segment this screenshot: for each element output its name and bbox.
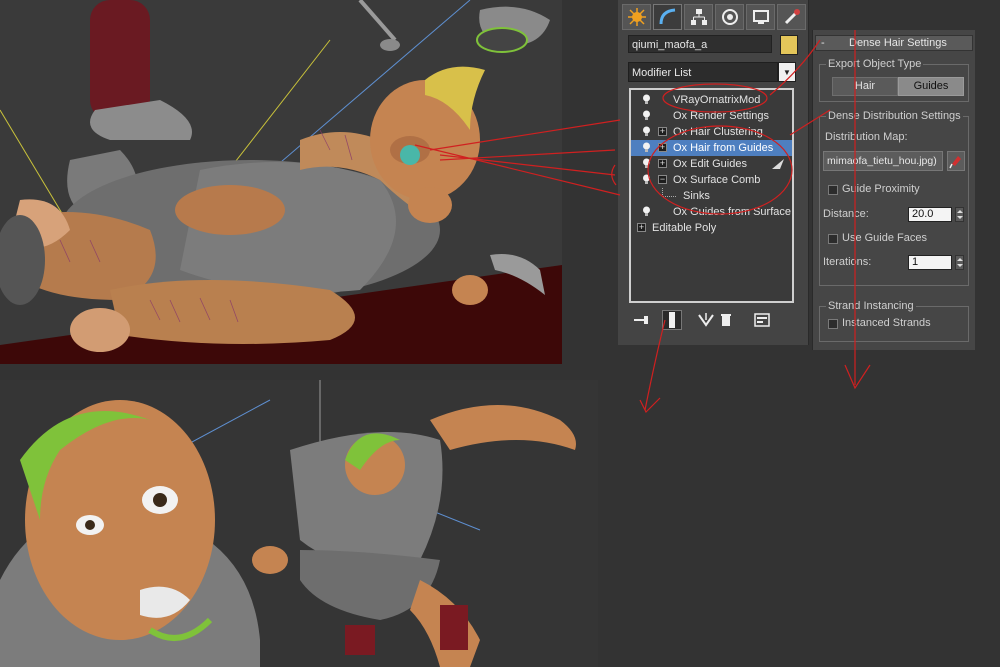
utilities-tab[interactable] bbox=[777, 4, 806, 30]
stack-item-label: VRayOrnatrixMod bbox=[673, 94, 761, 106]
instanced-strands-label: Instanced Strands bbox=[842, 317, 931, 329]
lightbulb-icon[interactable] bbox=[642, 142, 651, 153]
annotation-bracket bbox=[611, 164, 617, 186]
stack-item-sinks[interactable]: Sinks bbox=[631, 188, 792, 204]
tree-line bbox=[662, 196, 676, 197]
create-icon bbox=[627, 8, 646, 26]
lightbulb-icon[interactable] bbox=[642, 94, 651, 105]
collapse-symbol: - bbox=[821, 37, 825, 49]
distribution-map-label: Distribution Map: bbox=[825, 131, 908, 143]
export-object-type-group: Export Object Type Hair Guides bbox=[819, 57, 969, 102]
object-color-swatch[interactable] bbox=[780, 35, 798, 55]
collapse-icon[interactable]: − bbox=[658, 175, 667, 184]
guides-button[interactable]: Guides bbox=[898, 77, 964, 96]
character-render-top bbox=[0, 0, 562, 364]
object-name-row: qiumi_maofa_a bbox=[628, 35, 798, 55]
pin-stack-button[interactable] bbox=[632, 310, 652, 330]
distance-field[interactable]: 20.0 bbox=[908, 207, 952, 222]
expand-icon[interactable]: + bbox=[637, 223, 646, 232]
lightbulb-icon[interactable] bbox=[642, 126, 651, 137]
strand-instancing-group: Strand Instancing Instanced Strands bbox=[819, 299, 969, 342]
stack-item-ox-render-settings[interactable]: Ox Render Settings bbox=[631, 108, 792, 124]
remove-modifier-button[interactable] bbox=[716, 310, 736, 330]
use-guide-faces-label: Use Guide Faces bbox=[842, 232, 927, 244]
group-title: Export Object Type bbox=[826, 57, 924, 71]
stack-item-vrayornatrixmod[interactable]: VRayOrnatrixMod bbox=[631, 92, 792, 108]
create-tab[interactable] bbox=[622, 4, 651, 30]
stack-item-ox-hair-from-guides[interactable]: + Ox Hair from Guides bbox=[631, 140, 792, 156]
stack-item-label: Ox Render Settings bbox=[673, 110, 769, 122]
modify-icon bbox=[659, 8, 675, 25]
make-unique-icon bbox=[698, 313, 714, 327]
instanced-strands-checkbox[interactable] bbox=[828, 319, 838, 329]
show-end-result-icon bbox=[669, 312, 675, 328]
stack-item-label: Ox Guides from Surface bbox=[673, 206, 791, 218]
show-end-result-button[interactable] bbox=[662, 310, 682, 330]
dense-distribution-group: Dense Distribution Settings Distribution… bbox=[819, 109, 969, 286]
hierarchy-tab[interactable] bbox=[684, 4, 713, 30]
hair-button[interactable]: Hair bbox=[832, 77, 898, 96]
expand-icon[interactable]: + bbox=[658, 143, 667, 152]
guide-proximity-label: Guide Proximity bbox=[842, 183, 920, 195]
lightbulb-icon[interactable] bbox=[642, 174, 651, 185]
group-title: Strand Instancing bbox=[826, 299, 916, 313]
stack-item-label: Sinks bbox=[683, 190, 710, 202]
stack-item-label: Ox Edit Guides bbox=[673, 158, 747, 170]
motion-tab[interactable] bbox=[715, 4, 744, 30]
stack-item-ox-hair-clustering[interactable]: + Ox Hair Clustering bbox=[631, 124, 792, 140]
motion-icon bbox=[721, 9, 738, 25]
dense-hair-rollout: - Dense Hair Settings Export Object Type… bbox=[812, 30, 975, 350]
annotation-arrow-head bbox=[639, 397, 661, 414]
distance-spinner[interactable] bbox=[955, 207, 964, 222]
stack-item-ox-guides-from-surface[interactable]: Ox Guides from Surface bbox=[631, 204, 792, 220]
stack-item-label: Editable Poly bbox=[652, 222, 717, 234]
use-guide-faces-checkbox[interactable] bbox=[828, 234, 838, 244]
object-name-field[interactable]: qiumi_maofa_a bbox=[628, 35, 772, 53]
edit-guides-arrow-icon bbox=[772, 159, 784, 169]
expand-icon[interactable]: + bbox=[658, 127, 667, 136]
configure-sets-button[interactable] bbox=[752, 310, 772, 330]
display-tab[interactable] bbox=[746, 4, 775, 30]
modifier-list-row: Modifier List ▼ bbox=[628, 62, 796, 82]
character-render-bottom bbox=[0, 380, 598, 667]
hierarchy-icon bbox=[690, 9, 707, 25]
command-panel: qiumi_maofa_a Modifier List ▼ VRayOrnatr… bbox=[618, 0, 809, 345]
distribution-map-button[interactable]: mimaofa_tietu_hou.jpg) bbox=[823, 151, 943, 171]
stack-toolbar bbox=[632, 310, 794, 330]
eyedropper-icon bbox=[949, 156, 961, 169]
annotation-arrow-head bbox=[844, 364, 871, 390]
command-panel-tabs bbox=[622, 4, 806, 30]
modifier-list-dropdown[interactable]: Modifier List bbox=[628, 62, 778, 82]
iterations-label: Iterations: bbox=[823, 256, 872, 268]
lightbulb-icon[interactable] bbox=[642, 158, 651, 169]
chevron-down-icon[interactable]: ▼ bbox=[778, 62, 796, 82]
group-title: Dense Distribution Settings bbox=[826, 109, 963, 123]
modifier-stack[interactable]: VRayOrnatrixMod Ox Render Settings + Ox … bbox=[629, 88, 794, 303]
modify-tab[interactable] bbox=[653, 4, 682, 30]
remove-modifier-icon bbox=[721, 314, 731, 326]
pin-stack-icon bbox=[634, 316, 648, 324]
lightbulb-icon[interactable] bbox=[642, 206, 651, 217]
stack-item-label: Ox Surface Comb bbox=[673, 174, 761, 186]
rollout-title: Dense Hair Settings bbox=[849, 37, 947, 49]
viewport-top[interactable] bbox=[0, 0, 562, 364]
stack-item-ox-surface-comb[interactable]: − Ox Surface Comb bbox=[631, 172, 792, 188]
iterations-field[interactable]: 1 bbox=[908, 255, 952, 270]
make-unique-button[interactable] bbox=[696, 310, 716, 330]
lightbulb-icon[interactable] bbox=[642, 110, 651, 121]
display-icon bbox=[752, 10, 769, 24]
distance-label: Distance: bbox=[823, 208, 869, 220]
stack-item-editable-poly[interactable]: + Editable Poly bbox=[631, 220, 792, 236]
expand-icon[interactable]: + bbox=[658, 159, 667, 168]
guide-proximity-checkbox[interactable] bbox=[828, 185, 838, 195]
stack-item-label: Ox Hair Clustering bbox=[673, 126, 763, 138]
pick-map-button[interactable] bbox=[947, 151, 965, 171]
utilities-icon bbox=[784, 9, 800, 25]
stack-item-ox-edit-guides[interactable]: + Ox Edit Guides bbox=[631, 156, 792, 172]
rollout-header[interactable]: - Dense Hair Settings bbox=[815, 35, 973, 51]
iterations-spinner[interactable] bbox=[955, 255, 964, 270]
viewport-bottom[interactable] bbox=[0, 380, 598, 667]
stack-item-label: Ox Hair from Guides bbox=[673, 142, 774, 154]
configure-sets-icon bbox=[754, 313, 770, 327]
